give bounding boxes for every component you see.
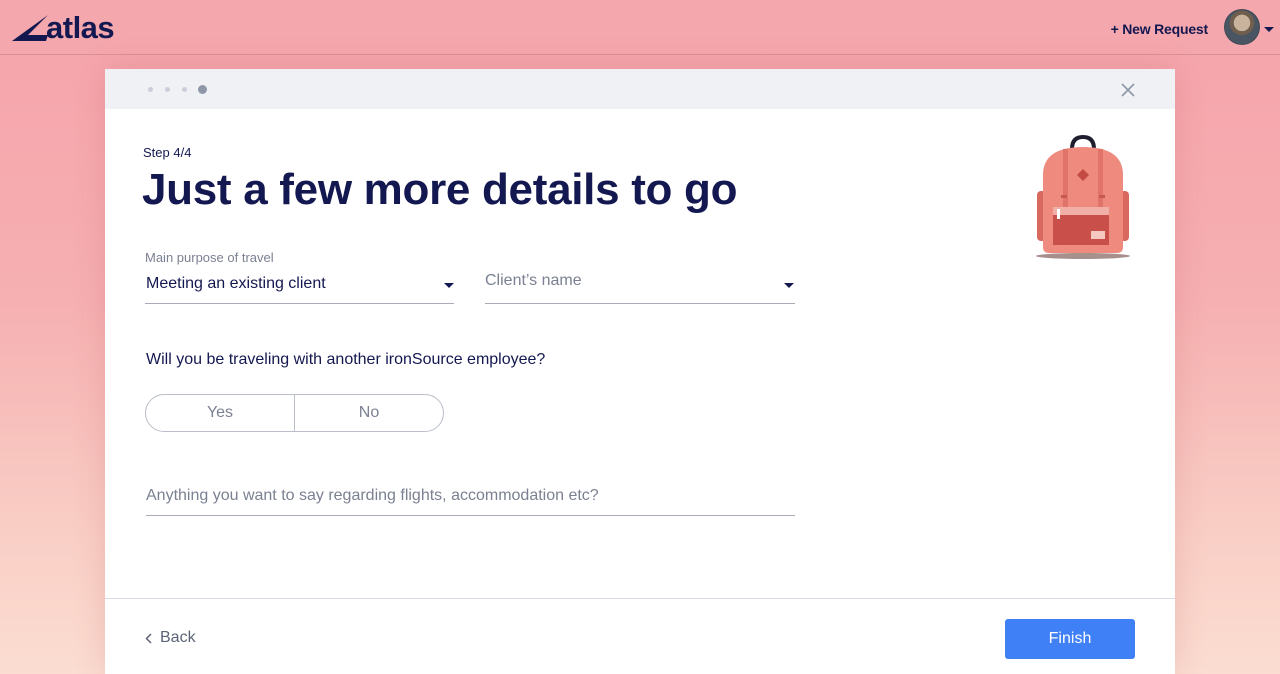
user-avatar[interactable] [1224,9,1260,45]
client-name-placeholder: Client’s name [485,272,582,289]
chevron-left-icon [145,632,152,644]
close-icon[interactable] [1119,81,1137,99]
back-button[interactable]: Back [145,629,196,647]
companion-no-option[interactable]: No [294,395,443,431]
new-request-link[interactable]: + New Request [1111,21,1209,37]
request-wizard-modal: Step 4/4 Just a few more details to go M… [105,69,1175,674]
step-1-dot [148,87,153,92]
top-nav-bar: atlas + New Request [0,0,1280,55]
back-label: Back [160,629,196,646]
wizard-progress-bar [105,69,1175,109]
notes-placeholder: Anything you want to say regarding fligh… [146,487,599,504]
step-3-dot [182,87,187,92]
caret-down-icon[interactable] [1264,27,1274,32]
chevron-down-icon [444,283,454,288]
chevron-down-icon [784,283,794,288]
footer-divider [105,598,1175,599]
client-name-select[interactable]: Client’s name [485,269,795,304]
finish-button[interactable]: Finish [1005,619,1135,659]
purpose-select-value: Meeting an existing client [146,275,326,292]
page-title: Just a few more details to go [142,165,738,214]
purpose-label: Main purpose of travel [145,250,274,265]
purpose-select[interactable]: Meeting an existing client [145,269,454,304]
step-2-dot [165,87,170,92]
atlas-logo[interactable]: atlas [12,10,115,45]
companion-yes-option[interactable]: Yes [146,395,294,431]
logo-text: atlas [46,10,115,45]
step-indicator: Step 4/4 [143,145,192,160]
plane-wing-logo-icon [12,14,48,41]
notes-input[interactable]: Anything you want to say regarding fligh… [146,479,795,516]
backpack-illustration-icon [1036,135,1130,259]
companion-question: Will you be traveling with another ironS… [146,351,546,368]
companion-toggle: Yes No [145,394,444,432]
step-4-dot-active [198,85,207,94]
